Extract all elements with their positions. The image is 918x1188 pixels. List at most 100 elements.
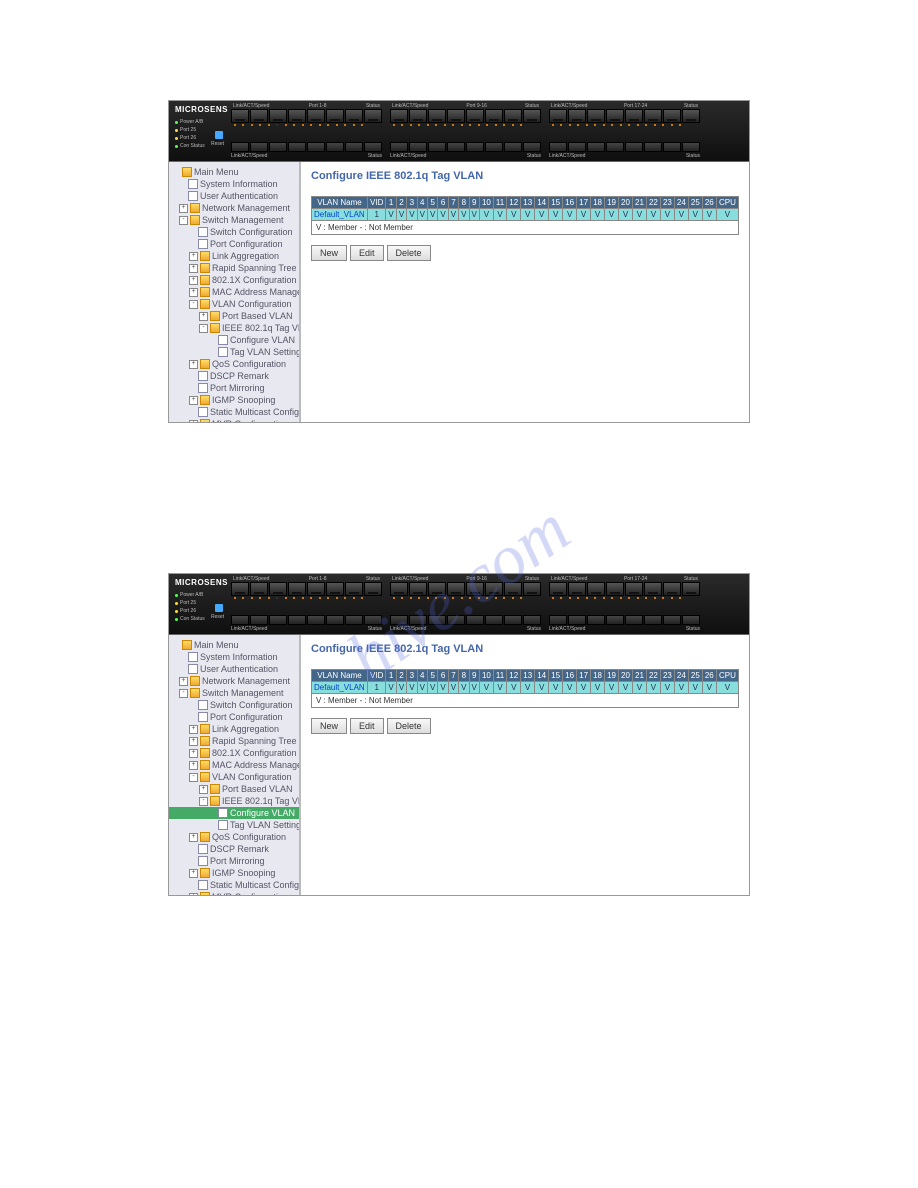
switch-hardware-image: MICROSENS Power A/B Port 25 Port 26 Con … [169,101,749,162]
page-icon [188,191,198,201]
tree-network-mgmt[interactable]: +Network Management [169,675,299,687]
tree-network-mgmt[interactable]: +Network Management [169,202,299,214]
tree-mirror[interactable]: Port Mirroring [169,382,299,394]
expand-icon[interactable]: + [199,312,208,321]
tree-ieee-vlan[interactable]: -IEEE 802.1q Tag VLAN [169,322,299,334]
tree-port-vlan[interactable]: +Port Based VLAN [169,310,299,322]
vlan-table: VLAN Name VID 12345678910111213141516171… [311,196,739,221]
tree-static-multicast[interactable]: Static Multicast Configuratio [169,406,299,418]
table-legend: V : Member - : Not Member [311,221,739,235]
folder-icon [200,299,210,309]
expand-icon[interactable]: + [189,276,198,285]
tree-igmp[interactable]: +IGMP Snooping [169,394,299,406]
con-led [175,145,178,148]
tree-8021x[interactable]: +802.1X Configuration [169,274,299,286]
new-button[interactable]: New [311,245,347,261]
tree-mirror[interactable]: Port Mirroring [169,855,299,867]
tree-port-vlan[interactable]: +Port Based VLAN [169,783,299,795]
tree-qos[interactable]: +QoS Configuration [169,831,299,843]
brand-logo: MICROSENS [175,578,228,587]
tree-dscp[interactable]: DSCP Remark [169,370,299,382]
folder-icon [182,167,192,177]
tree-switch-cfg[interactable]: Switch Configuration [169,699,299,711]
nav-tree[interactable]: Main Menu System Information User Authen… [169,162,301,422]
tree-tag-vlan[interactable]: Tag VLAN Settings [169,346,299,358]
switch-hardware-image: MICROSENS Power A/B Port 25 Port 26 Con … [169,574,749,635]
tree-link-agg[interactable]: +Link Aggregation [169,250,299,262]
table-row[interactable]: Default_VLAN1 VVVVVVVVVVVVVVVVVVVVVVVVVV… [312,682,739,694]
port26-led [175,137,178,140]
tree-main-menu[interactable]: Main Menu [169,639,299,651]
tree-igmp[interactable]: +IGMP Snooping [169,867,299,879]
reset-button-graphic [215,604,223,612]
screenshot-panel-1: MICROSENS Power A/B Port 25 Port 26 Con … [168,100,750,423]
col-vlan-name: VLAN Name [312,197,368,209]
edit-button[interactable]: Edit [350,245,384,261]
page-title: Configure IEEE 802.1q Tag VLAN [311,643,739,655]
tree-mvr[interactable]: +MVR Configuration [169,891,299,895]
tree-configure-vlan[interactable]: Configure VLAN [169,807,299,819]
tree-mvr[interactable]: +MVR Configuration [169,418,299,422]
edit-button[interactable]: Edit [350,718,384,734]
expand-icon[interactable]: + [189,396,198,405]
vid-cell: 1 [367,209,385,221]
tree-user-auth[interactable]: User Authentication [169,663,299,675]
tree-link-agg[interactable]: +Link Aggregation [169,723,299,735]
status-leds: Power A/B Port 25 Port 26 Con Status [175,592,205,622]
tree-mac[interactable]: +MAC Address Managemen [169,759,299,771]
nav-tree[interactable]: Main Menu System Information User Authen… [169,635,301,895]
collapse-icon[interactable]: - [199,324,208,333]
expand-icon[interactable]: + [189,420,198,423]
main-content: Configure IEEE 802.1q Tag VLAN VLAN Name… [301,635,749,895]
tree-rstp[interactable]: +Rapid Spanning Tree [169,262,299,274]
delete-button[interactable]: Delete [387,718,431,734]
expand-icon[interactable]: + [189,264,198,273]
folder-icon [190,203,200,213]
tree-system-info[interactable]: System Information [169,178,299,190]
tree-mac[interactable]: +MAC Address Managemen [169,286,299,298]
tree-vlan-cfg[interactable]: -VLAN Configuration [169,298,299,310]
page-icon [198,227,208,237]
expand-icon[interactable]: + [179,204,188,213]
tree-configure-vlan[interactable]: Configure VLAN [169,334,299,346]
vlan-table: VLAN NameVID 123456789101112131415161718… [311,669,739,694]
folder-icon [200,419,210,422]
tree-switch-mgmt[interactable]: -Switch Management [169,214,299,226]
tree-switch-cfg[interactable]: Switch Configuration [169,226,299,238]
tree-dscp[interactable]: DSCP Remark [169,843,299,855]
port-group-1-8: Link/ACT/SpeedPort 1-8Status [231,103,382,126]
tree-port-cfg[interactable]: Port Configuration [169,711,299,723]
power-led [175,121,178,124]
tree-vlan-cfg[interactable]: -VLAN Configuration [169,771,299,783]
tree-qos[interactable]: +QoS Configuration [169,358,299,370]
expand-icon[interactable]: + [189,360,198,369]
tree-switch-mgmt[interactable]: -Switch Management [169,687,299,699]
tree-port-cfg[interactable]: Port Configuration [169,238,299,250]
tree-rstp[interactable]: +Rapid Spanning Tree [169,735,299,747]
port-group-9-16: Link/ACT/SpeedPort 9-16Status [390,103,541,126]
tree-8021x[interactable]: +802.1X Configuration [169,747,299,759]
page-icon [218,347,228,357]
expand-icon[interactable]: + [189,288,198,297]
tree-main-menu[interactable]: Main Menu [169,166,299,178]
collapse-icon[interactable]: - [179,216,188,225]
tree-ieee-vlan[interactable]: -IEEE 802.1q Tag VLAN [169,795,299,807]
folder-icon [190,215,200,225]
tree-tag-vlan[interactable]: Tag VLAN Settings [169,819,299,831]
folder-icon [210,311,220,321]
tree-static-multicast[interactable]: Static Multicast Configuratio [169,879,299,891]
delete-button[interactable]: Delete [387,245,431,261]
reset-button-graphic [215,131,223,139]
page-icon [188,179,198,189]
table-legend: V : Member - : Not Member [311,694,739,708]
expand-icon[interactable]: + [189,252,198,261]
page-icon [198,239,208,249]
new-button[interactable]: New [311,718,347,734]
tree-user-auth[interactable]: User Authentication [169,190,299,202]
folder-icon [200,263,210,273]
tree-system-info[interactable]: System Information [169,651,299,663]
folder-icon [200,251,210,261]
table-row[interactable]: Default_VLAN 1 VVVVVVVVVVVVVVVVVVVVVVVVV… [312,209,739,221]
vlan-name-cell[interactable]: Default_VLAN [312,209,368,221]
collapse-icon[interactable]: - [189,300,198,309]
